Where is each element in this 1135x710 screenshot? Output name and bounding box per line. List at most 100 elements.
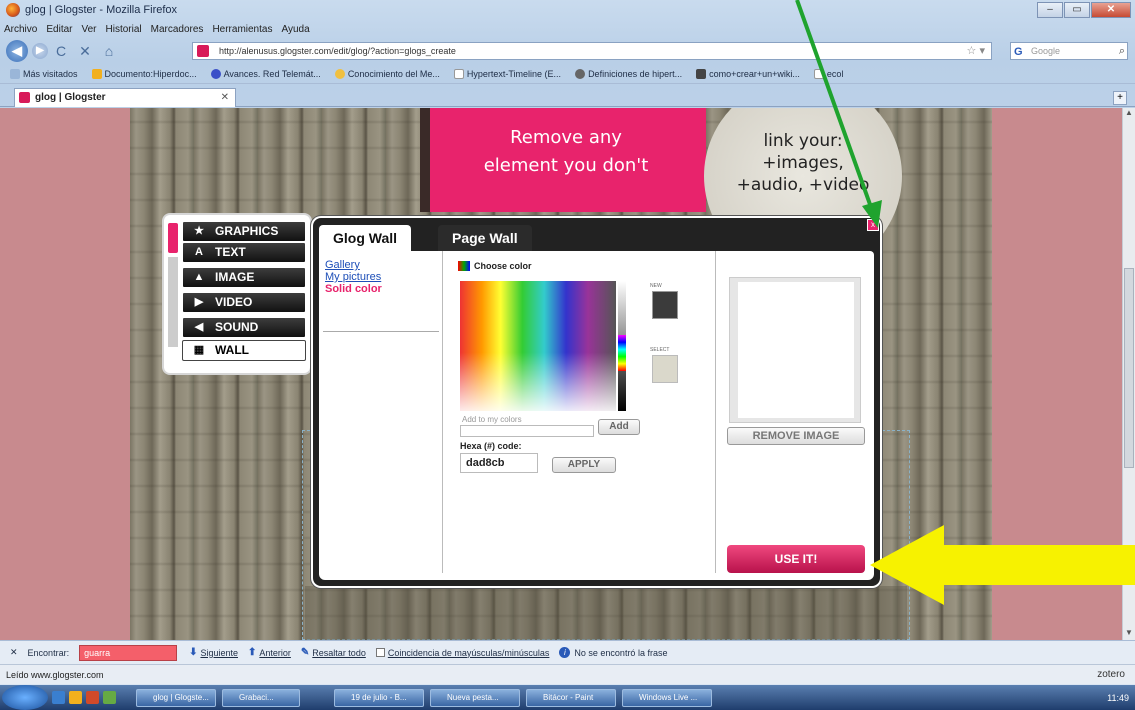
bookmark-item[interactable]: Documento:Hiperdoc... [91, 68, 197, 79]
zotero-button[interactable]: zotero [1097, 665, 1125, 685]
find-input[interactable]: guarra [79, 644, 178, 661]
tab-favicon [19, 92, 30, 103]
find-prev-label: Anterior [259, 647, 291, 658]
toolbox-handle[interactable] [168, 223, 178, 253]
menu-marcadores[interactable]: Marcadores [151, 24, 204, 35]
my-pictures-link[interactable]: My pictures [319, 271, 442, 283]
toolbox-label [168, 257, 178, 347]
banner-line-2: element you don't [483, 155, 649, 176]
reload-button[interactable]: C [52, 43, 70, 59]
search-icon[interactable]: ⌕ [1119, 43, 1125, 59]
video-label: VIDEO [215, 295, 253, 309]
google-icon: G [1014, 46, 1023, 58]
close-window-button[interactable]: ✕ [1091, 2, 1131, 18]
bookmark-star-icon[interactable]: ☆ ▾ [967, 43, 985, 59]
video-button[interactable]: ▶ VIDEO [182, 292, 306, 313]
add-button[interactable]: Add [598, 419, 640, 435]
menu-historial[interactable]: Historial [106, 24, 142, 35]
gallery-link[interactable]: Gallery [319, 259, 442, 271]
find-close-icon[interactable]: ✕ [10, 647, 18, 658]
new-color-swatch [652, 291, 678, 319]
tab-glog-wall[interactable]: Glog Wall [319, 225, 412, 251]
taskbar-item[interactable]: 19 de julio - B... [334, 688, 424, 707]
taskbar-item[interactable]: glog | Glogste... [136, 688, 216, 707]
search-placeholder: Google [1031, 46, 1061, 56]
quicklaunch-icon[interactable] [52, 691, 65, 704]
apply-button[interactable]: APPLY [552, 457, 616, 473]
find-prev-button[interactable]: ⬆ Anterior [248, 647, 291, 658]
tab-page-wall[interactable]: Page Wall [438, 225, 532, 251]
wall-button[interactable]: ▦ WALL [182, 340, 306, 361]
scroll-thumb[interactable] [1124, 268, 1134, 468]
hexa-label: Hexa (#) code: [460, 441, 522, 451]
source-menu: Gallery My pictures Solid color [319, 251, 443, 573]
sound-icon: ◀ [194, 321, 204, 333]
menu-herramientas[interactable]: Herramientas [212, 24, 272, 35]
text-button[interactable]: A TEXT [182, 242, 306, 263]
forward-button[interactable]: ▶ [32, 43, 48, 59]
graphics-button[interactable]: ★ GRAPHICS [182, 221, 306, 242]
menu-ayuda[interactable]: Ayuda [281, 24, 309, 35]
vertical-scrollbar[interactable]: ▲ ▼ [1122, 108, 1135, 640]
scroll-down-icon[interactable]: ▼ [1123, 628, 1135, 640]
remove-image-button[interactable]: REMOVE IMAGE [727, 427, 865, 445]
taskbar: glog | Glogste... Grabaci... 19 de julio… [0, 685, 1135, 710]
color-spectrum[interactable] [460, 281, 616, 411]
maximize-button[interactable]: ▭ [1064, 2, 1090, 18]
selected-color-label: SELECT [650, 347, 670, 353]
arrow-down-icon: ⬇ [189, 647, 198, 658]
taskbar-item[interactable]: Bitácor - Paint [526, 688, 616, 707]
taskbar-item[interactable]: Windows Live ... [622, 688, 712, 707]
info-icon: i [559, 647, 571, 658]
home-button[interactable]: ⌂ [100, 43, 118, 59]
new-color-label: NEW [650, 283, 662, 289]
bookmark-item[interactable]: ecol [813, 68, 843, 79]
image-button[interactable]: ▲ IMAGE [182, 267, 306, 288]
minimize-button[interactable]: – [1037, 2, 1063, 18]
highlight-all-button[interactable]: ✎ Resaltar todo [301, 647, 366, 658]
tab-glog[interactable]: glog | Glogster ✕ [14, 88, 236, 107]
menu-ver[interactable]: Ver [81, 24, 96, 35]
toolbox-panel: ★ GRAPHICS A TEXT ▲ IMAGE ▶ VIDEO ◀ SOUND ▦ WA… [164, 215, 310, 373]
match-case-checkbox[interactable]: Coincidencia de mayúsculas/minúsculas [375, 648, 549, 658]
find-next-button[interactable]: ⬇ Siguiente [189, 647, 238, 658]
menu-archivo[interactable]: Archivo [4, 24, 37, 35]
quicklaunch-icon[interactable] [69, 691, 82, 704]
tab-close-icon[interactable]: ✕ [221, 89, 229, 107]
solid-color-link[interactable]: Solid color [319, 283, 442, 295]
bookmark-item[interactable]: Definiciones de hipert... [575, 68, 682, 79]
color-picker-panel: Choose color NEW SELECT Add to my colors… [444, 251, 716, 573]
site-favicon [197, 45, 209, 57]
quicklaunch-icon[interactable] [103, 691, 116, 704]
circle-line-1: link your: [763, 131, 843, 151]
quicklaunch-icon[interactable] [86, 691, 99, 704]
my-colors-field[interactable] [460, 425, 594, 437]
bookmark-item[interactable]: como+crear+un+wiki... [696, 68, 800, 79]
instruction-banner: Remove any element you don't [420, 108, 706, 212]
bookmark-item[interactable]: Avances. Red Telemát... [210, 68, 321, 79]
stop-button[interactable]: ✕ [76, 43, 94, 60]
scroll-up-icon[interactable]: ▲ [1123, 108, 1135, 120]
back-button[interactable]: ◀ [6, 40, 28, 62]
window-controls: – ▭ ✕ [1036, 2, 1131, 18]
bookmark-item[interactable]: Más visitados [10, 68, 78, 79]
hue-strip[interactable] [618, 335, 626, 371]
search-box[interactable]: G Google ⌕ [1010, 42, 1128, 60]
bookmark-item[interactable]: Hypertext-Timeline (E... [453, 68, 561, 79]
new-tab-button[interactable]: + [1113, 91, 1127, 105]
sound-button[interactable]: ◀ SOUND [182, 317, 306, 338]
choose-color-heading: Choose color [458, 261, 532, 271]
hexa-input[interactable]: dad8cb [460, 453, 538, 473]
star-icon: ★ [194, 225, 204, 237]
use-it-button[interactable]: USE IT! [727, 545, 865, 573]
taskbar-item[interactable]: Grabaci... [222, 688, 300, 707]
menu-editar[interactable]: Editar [46, 24, 72, 35]
start-button[interactable] [2, 685, 48, 710]
not-found-message: i No se encontró la frase [559, 647, 667, 658]
graphics-label: GRAPHICS [215, 224, 279, 238]
arrow-up-icon: ⬆ [248, 647, 257, 658]
bookmark-item[interactable]: Conocimiento del Me... [334, 68, 440, 79]
taskbar-item[interactable]: Nueva pesta... [430, 688, 520, 707]
url-bar[interactable]: http://alenusus.glogster.com/edit/glog/?… [192, 42, 992, 60]
dialog-close-button[interactable]: x [867, 219, 879, 231]
